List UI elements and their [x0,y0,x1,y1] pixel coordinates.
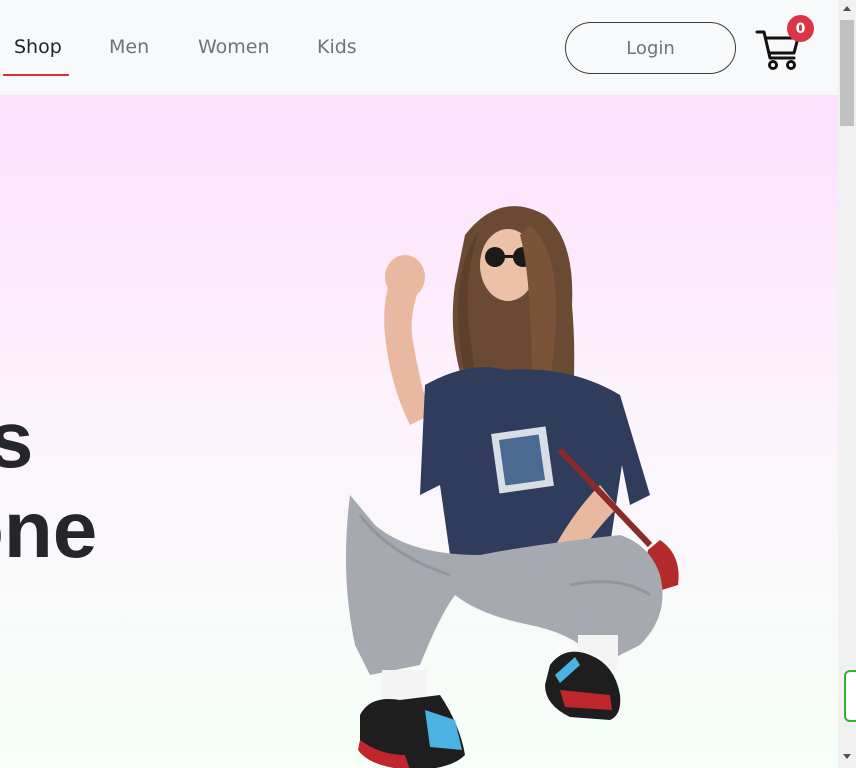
navbar: Shop Men Women Kids Login 0 [0,0,838,95]
side-widget-tab[interactable] [844,670,856,722]
scroll-up-arrow-icon[interactable] [843,6,851,11]
nav-link-kids[interactable]: Kids [317,36,357,58]
page: Shop Men Women Kids Login 0 ns one [0,0,856,768]
hero-model-image [346,206,679,768]
nav-link-men[interactable]: Men [109,36,149,58]
cart-count-badge: 0 [787,15,814,42]
scrollbar-thumb[interactable] [840,20,854,126]
hero-headline-line-1: ns [0,395,34,484]
hero-headline-line-2: one [0,485,98,574]
hero-section: ns one [0,95,838,768]
nav-link-women[interactable]: Women [198,36,270,58]
active-nav-underline [3,74,69,76]
scroll-down-arrow-icon[interactable] [843,754,851,759]
login-button[interactable]: Login [565,22,736,74]
vertical-scrollbar[interactable] [838,0,856,768]
nav-link-shop[interactable]: Shop [14,36,62,58]
